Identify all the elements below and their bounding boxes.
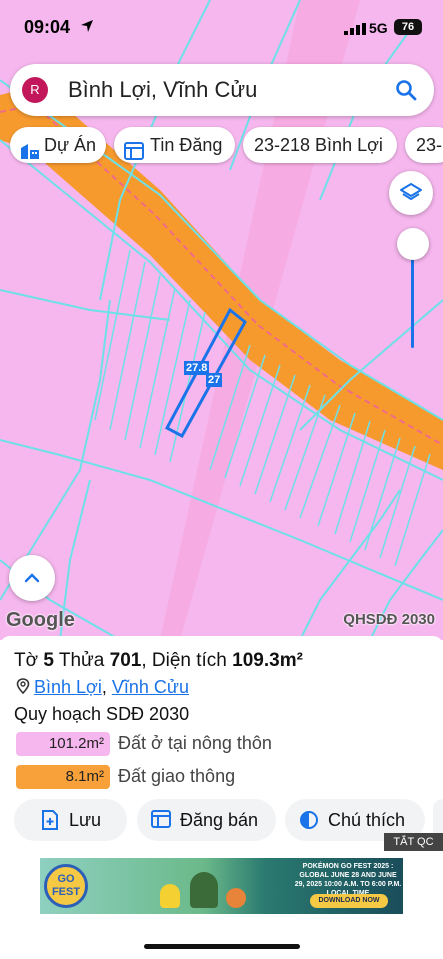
chip-saved-search-2[interactable]: 23- — [405, 127, 443, 163]
chip-du-an[interactable]: Dự Án — [10, 127, 106, 163]
parcel-title: Tờ 5 Thửa 701, Diện tích 109.3m² — [14, 650, 303, 671]
google-attribution: Google — [6, 609, 75, 631]
layers-icon — [400, 183, 422, 200]
expand-panel-button[interactable] — [9, 555, 55, 601]
location-pin-icon — [16, 678, 30, 695]
search-bar[interactable]: R Bình Lợi, Vĩnh Cửu — [10, 64, 434, 116]
ad-headline: POKÉMON GO FEST 2025 : GLOBAL JUNE 28 AN… — [294, 863, 402, 897]
location-link-district[interactable]: Vĩnh Cửu — [112, 677, 189, 697]
location-link-ward[interactable]: Bình Lợi — [34, 677, 102, 697]
legend-label: Chú thích — [328, 810, 406, 830]
layers-button[interactable] — [389, 171, 433, 215]
area-prefix: Diện tích — [151, 650, 227, 671]
location-separator: , — [101, 677, 107, 697]
legend-swatch: 101.2m² — [16, 732, 110, 756]
location-arrow-icon — [80, 19, 94, 38]
legend-label: Đất giao thông — [118, 766, 236, 786]
chip-label: 23- — [416, 135, 443, 155]
search-input[interactable]: Bình Lợi, Vĩnh Cửu — [68, 77, 257, 103]
plan-title: Quy hoạch SDĐ 2030 — [14, 704, 190, 724]
opacity-slider-thumb[interactable] — [397, 228, 429, 260]
home-indicator — [144, 944, 300, 949]
ad-download-button[interactable]: DOWNLOAD NOW — [310, 894, 388, 908]
post-label: Đăng bán — [180, 810, 259, 830]
listing-icon — [124, 136, 144, 163]
status-time: 09:04 — [24, 17, 71, 37]
parcel-dimension-label: 27 — [206, 373, 223, 387]
parcel-prefix: Thửa — [58, 650, 105, 671]
parcel-location: Bình Lợi, Vĩnh Cửu — [16, 677, 189, 698]
legend-icon — [299, 810, 319, 835]
building-icon — [20, 136, 40, 163]
close-ad-button[interactable]: TẮT QC — [384, 833, 443, 851]
ad-character — [226, 888, 246, 908]
legend-swatch: 8.1m² — [16, 765, 110, 789]
battery-icon: 76 — [394, 19, 422, 35]
legend-label: Đất ở tại nông thôn — [118, 733, 272, 753]
status-bar: 09:04 5G 76 — [0, 0, 443, 56]
ad-logo: GO FEST — [44, 864, 88, 908]
chip-tin-dang[interactable]: Tin Đăng — [114, 127, 235, 163]
network-type: 5G — [369, 20, 388, 36]
cellular-signal-icon — [344, 22, 366, 40]
save-icon — [42, 810, 58, 835]
plan-badge: QHSDĐ 2030 — [343, 611, 435, 628]
ad-banner[interactable]: GO FEST POKÉMON GO FEST 2025 : GLOBAL JU… — [40, 858, 403, 914]
sheet-number: 5 — [43, 650, 54, 671]
avatar[interactable]: R — [22, 77, 48, 103]
chip-saved-search[interactable]: 23-218 Bình Lợi — [243, 127, 397, 163]
ad-character — [160, 884, 180, 908]
post-icon — [151, 810, 171, 833]
parcel-number: 701 — [109, 650, 142, 671]
post-button[interactable]: Đăng bán — [137, 799, 276, 841]
sheet-prefix: Tờ — [14, 650, 39, 671]
save-button[interactable]: Lưu — [14, 799, 127, 841]
chip-label: 23-218 Bình Lợi — [254, 135, 383, 155]
parcel-area: 109.3m² — [232, 650, 303, 671]
ad-character — [190, 872, 218, 908]
chevron-up-icon — [24, 573, 40, 583]
search-icon[interactable] — [394, 78, 418, 107]
chip-label: Tin Đăng — [150, 135, 223, 155]
chip-label: Dự Án — [44, 135, 97, 155]
save-label: Lưu — [69, 810, 102, 830]
